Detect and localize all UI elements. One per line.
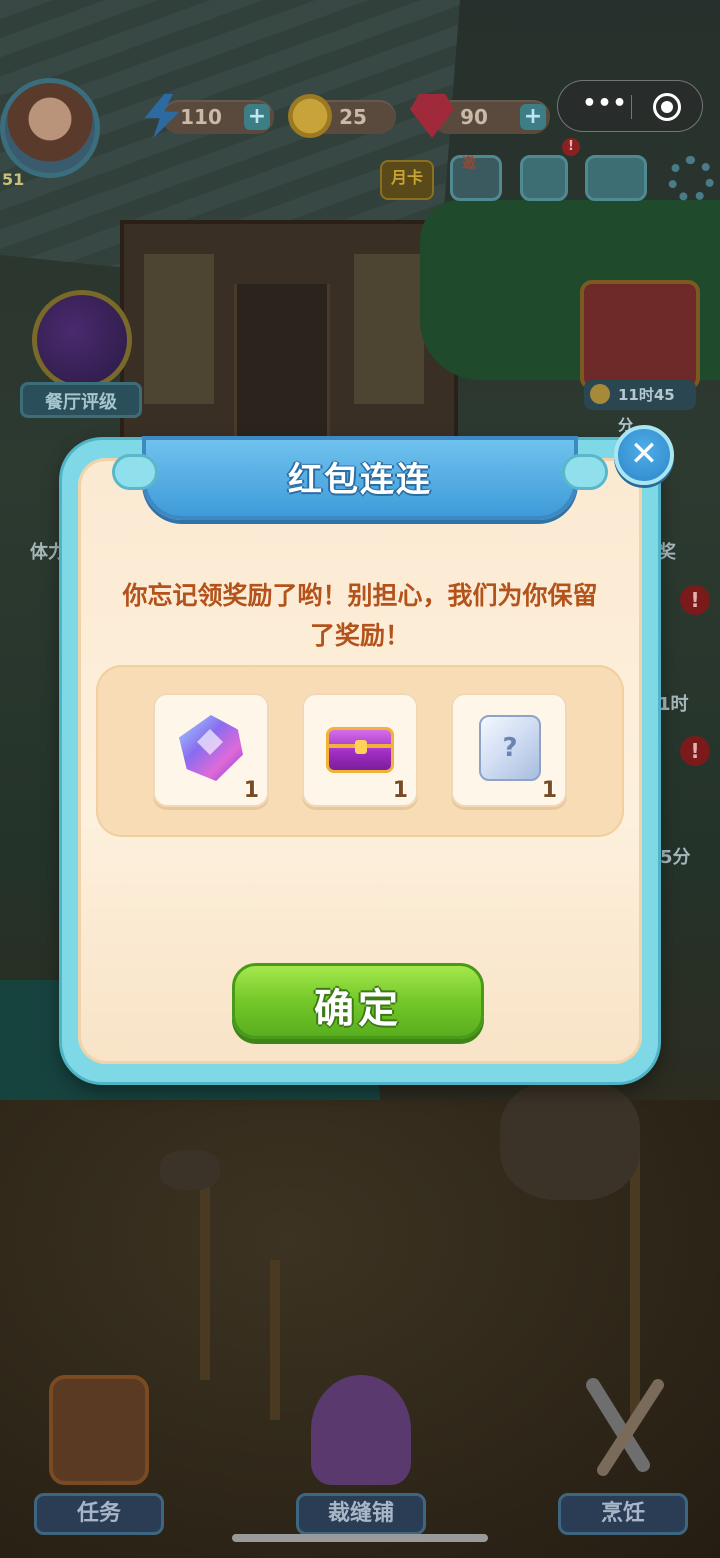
red-packet-streak-dialog: 你忘记领奖励了哟！别担心，我们为你保留了奖励！ 1 1 ? 1 确定 红包连连 bbox=[62, 436, 658, 1082]
reward-count: 1 bbox=[392, 778, 408, 803]
treasure-chest-icon bbox=[326, 727, 394, 773]
reward-count: 1 bbox=[243, 778, 259, 803]
confirm-label: 确定 bbox=[314, 986, 402, 1032]
reward-item: ? 1 bbox=[451, 693, 567, 807]
title-banner: 红包连连 bbox=[112, 436, 608, 520]
dialog-message: 你忘记领奖励了哟！别担心，我们为你保留了奖励！ bbox=[122, 581, 598, 650]
reward-item: 1 bbox=[153, 693, 269, 807]
reward-item: 1 bbox=[302, 693, 418, 807]
reward-count: 1 bbox=[541, 778, 557, 803]
mystery-box-icon: ? bbox=[479, 715, 541, 781]
close-icon[interactable]: ✕ bbox=[614, 425, 674, 485]
dialog-title: 红包连连 bbox=[288, 460, 432, 500]
reward-panel: 1 1 ? 1 bbox=[96, 665, 624, 837]
crystal-gem-icon bbox=[179, 715, 243, 781]
dialog-body: 你忘记领奖励了哟！别担心，我们为你保留了奖励！ 1 1 ? 1 确定 bbox=[78, 458, 642, 1064]
confirm-button[interactable]: 确定 bbox=[232, 963, 484, 1039]
